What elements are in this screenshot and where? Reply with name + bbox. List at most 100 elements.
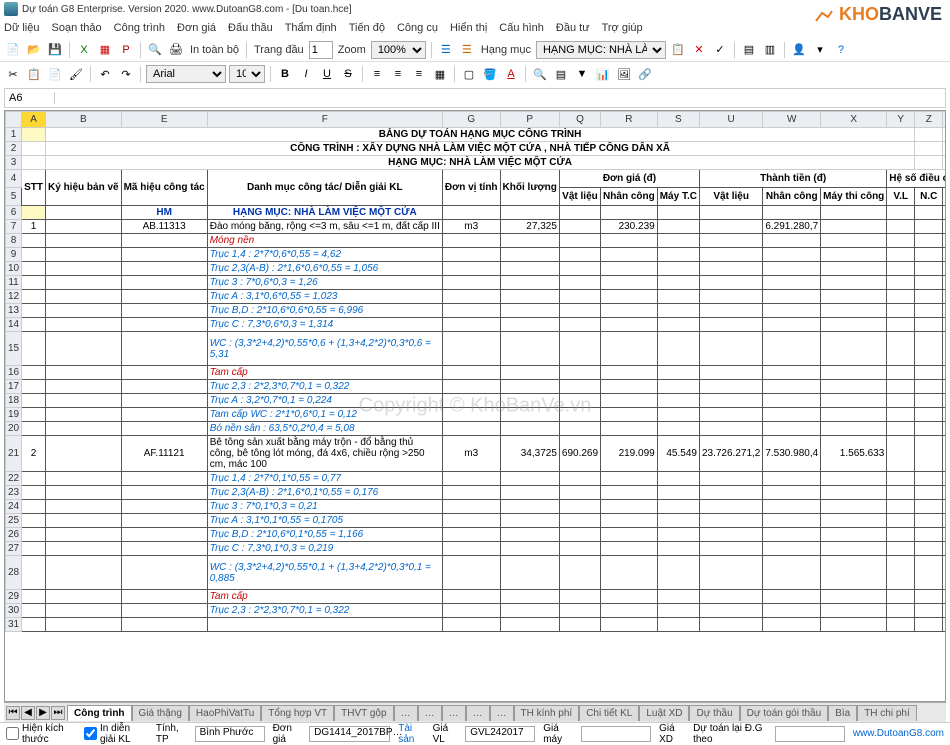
- merge-icon[interactable]: ▦: [431, 65, 449, 83]
- row-22[interactable]: 22: [6, 472, 22, 486]
- row-1[interactable]: 1: [6, 128, 22, 142]
- menu-Dữ liệu[interactable]: Dữ liệu: [4, 22, 40, 34]
- row-18[interactable]: 18: [6, 394, 22, 408]
- row-12[interactable]: 12: [6, 290, 22, 304]
- tab-7[interactable]: …: [442, 705, 466, 721]
- menubar[interactable]: Dữ liệuSoạn thảoCông trìnhĐơn giáĐấu thầ…: [0, 18, 950, 38]
- row-25[interactable]: 25: [6, 514, 22, 528]
- dutoan-select[interactable]: [775, 726, 845, 742]
- col-F[interactable]: F: [207, 112, 442, 128]
- bars2-icon[interactable]: ☰: [458, 41, 476, 59]
- dongia-select[interactable]: DG1414_2017BP…: [309, 726, 390, 742]
- row-19[interactable]: 19: [6, 408, 22, 422]
- cell-ref[interactable]: A6: [5, 92, 55, 104]
- col-U[interactable]: U: [699, 112, 762, 128]
- sort-icon[interactable]: ▼: [573, 65, 591, 83]
- col-R[interactable]: R: [601, 112, 658, 128]
- tab-nav[interactable]: ◀: [21, 706, 35, 720]
- row-29[interactable]: 29: [6, 590, 22, 604]
- page-input[interactable]: [309, 41, 333, 59]
- row-3[interactable]: 3: [6, 156, 22, 170]
- tinh-select[interactable]: Bình Phước: [195, 726, 265, 742]
- help-icon[interactable]: ?: [832, 41, 850, 59]
- fontcolor-icon[interactable]: A: [502, 65, 520, 83]
- tab-11[interactable]: Chi tiết KL: [579, 705, 639, 721]
- row-21[interactable]: 21: [6, 436, 22, 472]
- format-icon[interactable]: ▤: [552, 65, 570, 83]
- font-select[interactable]: Arial: [146, 65, 226, 83]
- t3-icon[interactable]: ✓: [711, 41, 729, 59]
- row-17[interactable]: 17: [6, 380, 22, 394]
- giavl-select[interactable]: GVL242017: [465, 726, 535, 742]
- col-Y[interactable]: Y: [887, 112, 915, 128]
- col-E[interactable]: E: [121, 112, 207, 128]
- open-icon[interactable]: 📂: [25, 41, 43, 59]
- col-Z[interactable]: Z: [915, 112, 943, 128]
- new-icon[interactable]: 📄: [4, 41, 22, 59]
- redo-icon[interactable]: ↷: [117, 65, 135, 83]
- tab-4[interactable]: THVT gộp: [334, 705, 393, 721]
- col-B[interactable]: B: [46, 112, 122, 128]
- chart-icon[interactable]: 📊: [594, 65, 612, 83]
- row-9[interactable]: 9: [6, 248, 22, 262]
- giamay-select[interactable]: [581, 726, 651, 742]
- row-14[interactable]: 14: [6, 318, 22, 332]
- preview-icon[interactable]: 🔍: [146, 41, 164, 59]
- user-icon[interactable]: 👤: [790, 41, 808, 59]
- row-23[interactable]: 23: [6, 486, 22, 500]
- col-P[interactable]: P: [500, 112, 559, 128]
- row-6[interactable]: 6: [6, 206, 22, 220]
- spreadsheet-grid[interactable]: Copyright © KhoBanVe.vn ABEFGPQRSUWXYZAA…: [4, 110, 946, 702]
- brush-icon[interactable]: 🖌: [67, 65, 85, 83]
- menu-Cấu hình[interactable]: Cấu hình: [499, 22, 544, 34]
- bars-icon[interactable]: ☰: [437, 41, 455, 59]
- tab-2[interactable]: HaoPhiVatTu: [189, 705, 261, 721]
- indien-check[interactable]: In diễn giải KL: [84, 723, 148, 745]
- menu-Đấu thầu[interactable]: Đấu thầu: [228, 22, 273, 34]
- zoom-select[interactable]: 100%: [371, 41, 426, 59]
- menu-Soạn thảo[interactable]: Soạn thảo: [52, 22, 102, 34]
- tab-13[interactable]: Dự thầu: [689, 705, 739, 721]
- menu-Tiến độ[interactable]: Tiến độ: [349, 22, 385, 34]
- tab-8[interactable]: …: [466, 705, 490, 721]
- export-icon[interactable]: ▦: [96, 41, 114, 59]
- italic-icon[interactable]: I: [297, 65, 315, 83]
- t2-icon[interactable]: ✕: [690, 41, 708, 59]
- row-31[interactable]: 31: [6, 618, 22, 632]
- row-24[interactable]: 24: [6, 500, 22, 514]
- tab-5[interactable]: …: [394, 705, 418, 721]
- tab-nav[interactable]: ▶: [36, 706, 50, 720]
- tab-0[interactable]: Công trình: [67, 705, 132, 721]
- row-13[interactable]: 13: [6, 304, 22, 318]
- t6-icon[interactable]: ▾: [811, 41, 829, 59]
- fill-icon[interactable]: 🪣: [481, 65, 499, 83]
- hm-select[interactable]: HẠNG MỤC: NHÀ LÀM VI: [536, 41, 666, 59]
- row-20[interactable]: 20: [6, 422, 22, 436]
- save-icon[interactable]: 💾: [46, 41, 64, 59]
- tab-12[interactable]: Luật XD: [639, 705, 689, 721]
- col-G[interactable]: G: [442, 112, 500, 128]
- tab-9[interactable]: …: [490, 705, 514, 721]
- row-7[interactable]: 7: [6, 220, 22, 234]
- pdf-icon[interactable]: P: [117, 41, 135, 59]
- tab-nav[interactable]: ⏮: [6, 706, 20, 720]
- col-A[interactable]: A: [22, 112, 46, 128]
- print-icon[interactable]: 🖨: [167, 41, 185, 59]
- row-10[interactable]: 10: [6, 262, 22, 276]
- menu-Đơn giá[interactable]: Đơn giá: [177, 22, 216, 34]
- col-AA[interactable]: AA: [943, 112, 946, 128]
- border-icon[interactable]: ▢: [460, 65, 478, 83]
- row-16[interactable]: 16: [6, 366, 22, 380]
- tab-15[interactable]: Bìa: [828, 705, 857, 721]
- menu-Đầu tư[interactable]: Đầu tư: [556, 22, 590, 34]
- menu-Thẩm định[interactable]: Thẩm định: [285, 22, 337, 34]
- t4-icon[interactable]: ▤: [740, 41, 758, 59]
- excel-icon[interactable]: X: [75, 41, 93, 59]
- tab-nav[interactable]: ⏭: [51, 706, 65, 720]
- align-center-icon[interactable]: ≡: [389, 65, 407, 83]
- col-W[interactable]: W: [763, 112, 821, 128]
- menu-Hiển thị[interactable]: Hiển thị: [450, 22, 487, 34]
- tab-6[interactable]: …: [418, 705, 442, 721]
- tab-14[interactable]: Dự toán gói thầu: [740, 705, 829, 721]
- col-[interactable]: [6, 112, 22, 128]
